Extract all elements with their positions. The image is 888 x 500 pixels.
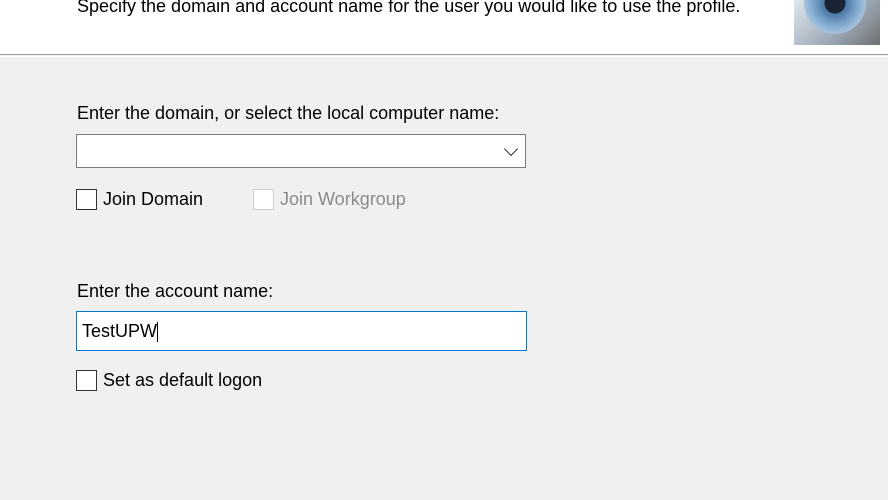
- checkbox-box[interactable]: [253, 189, 274, 210]
- default-logon-label: Set as default logon: [103, 370, 263, 390]
- default-logon-checkbox[interactable]: Set as default logon: [76, 370, 262, 391]
- join-workgroup-checkbox[interactable]: Join Workgroup: [253, 189, 406, 210]
- header-description: Specify the domain and account name for …: [77, 0, 741, 16]
- join-domain-checkbox[interactable]: Join Domain: [76, 189, 203, 210]
- join-domain-label: Join Domain: [103, 189, 204, 209]
- wizard-header: Specify the domain and account name for …: [0, 0, 888, 57]
- checkbox-box[interactable]: [76, 370, 97, 391]
- account-value: TestUPW: [82, 321, 158, 341]
- account-name-input[interactable]: TestUPW: [76, 311, 527, 351]
- chevron-down-icon[interactable]: [503, 141, 519, 157]
- domain-combobox[interactable]: [76, 134, 526, 168]
- text-caret: [157, 322, 159, 343]
- checkbox-box[interactable]: [76, 189, 97, 210]
- domain-label: Enter the domain, or select the local co…: [77, 103, 500, 123]
- account-label: Enter the account name:: [77, 281, 274, 301]
- eye-image-icon: [794, 0, 880, 45]
- join-workgroup-label: Join Workgroup: [280, 189, 406, 209]
